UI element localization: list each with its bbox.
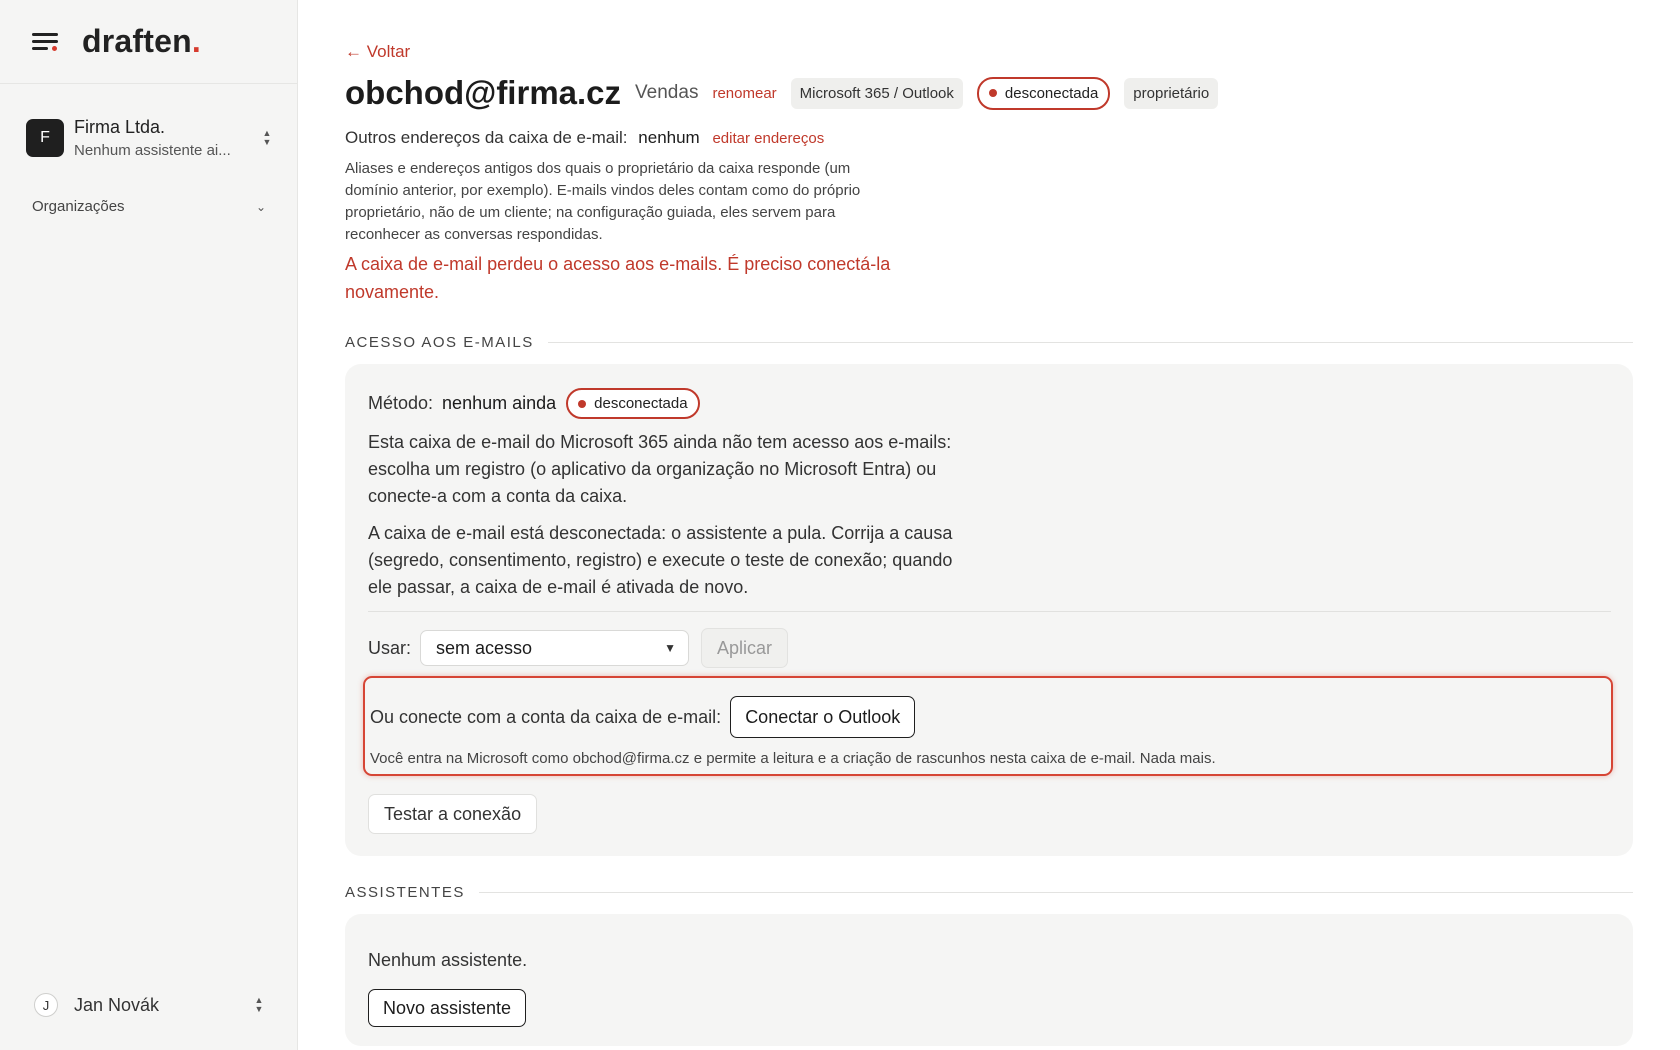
menu-icon[interactable] <box>32 31 58 53</box>
aliases-help-text: Aliases e endereços antigos dos quais o … <box>345 160 861 243</box>
organizations-label: Organizações <box>32 198 125 215</box>
back-link[interactable]: ← Voltar <box>345 42 410 62</box>
connect-outlook-button[interactable]: Conectar o Outlook <box>730 696 916 738</box>
user-name: Jan Novák <box>74 994 160 1015</box>
oauth-connect-box: Ou conecte com a conta da caixa de e-mai… <box>363 676 1613 776</box>
main-content: ← Voltar obchod@firma.cz Vendas renomear… <box>345 0 1635 1050</box>
mailbox-label: Vendas <box>635 82 699 103</box>
logo[interactable]: draften. <box>82 23 201 60</box>
role-tag: proprietário <box>1124 77 1219 109</box>
other-addresses-label: Outros endereços da caixa de e-mail: <box>345 128 628 147</box>
no-assistants-text: Nenhum assistente. <box>368 950 528 970</box>
org-switcher[interactable]: F Firma Ltda. Nenhum assistente ai... ▲ ▼ <box>26 112 274 164</box>
edit-addresses-link[interactable]: editar endereços <box>712 130 824 147</box>
chevron-down-icon: ⌄ <box>255 199 266 214</box>
oauth-note: Você entra na Microsoft como obchod@firm… <box>370 750 1216 767</box>
method-row: Método: nenhum ainda desconectada <box>368 388 700 419</box>
status-badge: desconectada <box>566 388 700 419</box>
updown-chevron-icon: ▲ ▼ <box>254 995 264 1014</box>
assistants-section-heading: ASSISTENTES <box>345 884 1633 901</box>
org-name: Firma Ltda. <box>74 117 166 137</box>
other-addresses-row: Outros endereços da caixa de e-mail: nen… <box>345 128 824 148</box>
method-label: Método: <box>368 393 434 413</box>
use-row: Usar: sem acesso ▼ Aplicar <box>368 628 789 668</box>
other-addresses-value: nenhum <box>638 128 700 147</box>
apply-button[interactable]: Aplicar <box>701 628 789 668</box>
oauth-label: Ou conecte com a conta da caixa de e-mai… <box>370 706 722 727</box>
page-title: obchod@firma.cz <box>345 74 622 111</box>
org-avatar: F <box>26 119 64 157</box>
status-dot-icon <box>988 89 997 97</box>
updown-chevron-icon: ▲ ▼ <box>262 128 272 147</box>
test-connection-button[interactable]: Testar a conexão <box>368 794 538 834</box>
oauth-row: Ou conecte com a conta da caixa de e-mai… <box>370 696 916 738</box>
divider <box>368 611 1611 612</box>
user-avatar: J <box>34 993 58 1017</box>
access-method-select[interactable]: sem acesso ▼ <box>420 630 690 666</box>
use-label: Usar: <box>368 637 412 658</box>
user-menu[interactable]: J Jan Novák ▲ ▼ <box>34 993 266 1017</box>
access-card: Método: nenhum ainda desconectada Esta c… <box>345 364 1633 856</box>
access-section-heading: ACESSO AOS E-MAILS <box>345 334 1633 351</box>
organizations-toggle[interactable]: Organizações ⌄ <box>32 198 266 215</box>
new-assistant-button[interactable]: Novo assistente <box>368 989 527 1027</box>
provider-tag: Microsoft 365 / Outlook <box>790 77 963 109</box>
sidebar-header: draften. <box>0 0 297 84</box>
status-dot-icon <box>578 399 587 408</box>
access-description: Esta caixa de e-mail do Microsoft 365 ai… <box>368 432 952 506</box>
assistants-card: Nenhum assistente. Novo assistente <box>345 914 1633 1046</box>
chevron-down-icon: ▼ <box>664 641 677 655</box>
lost-access-warning: A caixa de e-mail perdeu o acesso aos e-… <box>345 254 891 302</box>
disconnected-explanation: A caixa de e-mail está desconectada: o a… <box>368 523 953 597</box>
status-badge: desconectada <box>976 76 1111 110</box>
rename-link[interactable]: renomear <box>712 85 776 102</box>
sidebar: draften. F Firma Ltda. Nenhum assistente… <box>0 0 298 1050</box>
mailbox-header: obchod@firma.cz Vendas renomear Microsof… <box>345 74 1219 112</box>
org-subtitle: Nenhum assistente ai... <box>74 142 231 159</box>
method-value: nenhum ainda <box>442 393 557 413</box>
